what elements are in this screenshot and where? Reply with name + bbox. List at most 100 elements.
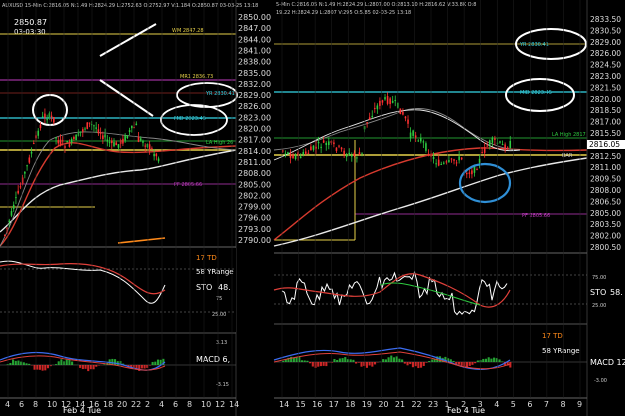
candle xyxy=(84,128,86,130)
candle xyxy=(15,197,17,199)
candle xyxy=(391,100,394,103)
macd-bar xyxy=(452,360,455,362)
candle xyxy=(46,119,48,121)
candle xyxy=(124,135,126,141)
price-axis-label: 2820.00 xyxy=(238,125,271,134)
candle xyxy=(381,100,384,103)
x-tick-label: 23 xyxy=(428,400,438,409)
candle xyxy=(356,157,358,159)
price-axis-label: 2799.00 xyxy=(238,203,271,212)
candle xyxy=(39,124,42,128)
candle xyxy=(88,122,91,124)
macd-bar xyxy=(322,362,325,366)
macd-bar xyxy=(484,358,488,362)
candle xyxy=(443,162,445,164)
candle xyxy=(32,142,35,144)
right-la-label: LA High 2817 xyxy=(552,132,586,138)
macd-bar xyxy=(309,362,312,364)
candle xyxy=(455,162,458,164)
candle xyxy=(317,141,320,144)
macd-bar xyxy=(317,362,320,367)
left-chart[interactable]: AUXUSD 15-Min C:2816.05 N:1.49 H:2824.29… xyxy=(0,0,258,247)
price-axis-label: 2802.00 xyxy=(238,191,271,200)
candle xyxy=(64,146,66,148)
candle xyxy=(420,138,422,142)
candle xyxy=(448,160,450,162)
candle xyxy=(155,153,158,157)
candle xyxy=(148,144,151,150)
candle xyxy=(445,161,448,163)
right-chart[interactable]: 5-Min C:2816.05 N:1.49 H:2824.29 L:2807.… xyxy=(273,0,588,252)
candle xyxy=(325,142,328,146)
price-axis-label: 2841.00 xyxy=(238,46,271,55)
macd-bar xyxy=(425,362,428,363)
candle xyxy=(312,145,315,150)
candle xyxy=(353,152,356,156)
candle xyxy=(8,220,11,223)
price-axis-label: 2808.00 xyxy=(238,169,271,178)
candle xyxy=(137,137,140,142)
macd-bar xyxy=(68,359,71,365)
macd-bar xyxy=(355,362,358,364)
left-stoch-panel[interactable]: 17 TD 58 YRange STO 48. 75 25.00 xyxy=(0,248,236,332)
candle xyxy=(117,144,120,148)
price-axis-label: 2823.00 xyxy=(238,113,271,122)
macd-bar xyxy=(151,361,154,365)
x-tick-label: 6 xyxy=(173,400,178,409)
macd-bar xyxy=(390,355,393,362)
macd-bar xyxy=(374,362,377,365)
candle xyxy=(90,124,93,126)
macd-bar xyxy=(409,362,412,365)
left-last-price: 2850.87 xyxy=(14,18,47,27)
macd-bar xyxy=(79,365,82,368)
macd-bar xyxy=(357,362,360,363)
right-axis-label: 2817.00 xyxy=(590,118,621,127)
candle xyxy=(486,145,489,147)
macd-bar xyxy=(460,362,463,366)
candle xyxy=(104,134,106,138)
candle xyxy=(343,150,345,155)
candle xyxy=(328,141,330,146)
left-stoch-25: 25.00 xyxy=(212,312,226,318)
macd-bar xyxy=(60,359,63,365)
macd-bar xyxy=(476,360,479,362)
macd-bar xyxy=(306,360,309,362)
candle xyxy=(494,138,496,140)
candle xyxy=(483,147,486,153)
candle xyxy=(310,146,312,151)
candle xyxy=(142,140,144,143)
macd-bar xyxy=(95,365,98,367)
x-tick-label: 17 xyxy=(329,400,339,409)
left-header: AUXUSD 15-Min C:2816.05 N:1.49 H:2824.29… xyxy=(2,3,258,9)
macd-bar xyxy=(14,360,17,365)
candle xyxy=(371,115,374,118)
candle xyxy=(460,157,463,160)
candle xyxy=(19,186,22,188)
candle xyxy=(26,165,28,167)
candle xyxy=(379,100,381,106)
candle xyxy=(307,152,310,154)
x-tick-label: 8 xyxy=(560,400,565,409)
candle xyxy=(153,153,155,157)
right-axis-label: 2824.50 xyxy=(590,61,621,70)
x-tick-label: 9 xyxy=(577,400,582,409)
left-wm-label: WM 2847.28 xyxy=(172,28,204,34)
candle xyxy=(322,140,325,143)
candle xyxy=(412,130,414,136)
right-stoch-panel[interactable]: 75.00 STO 58. 25.00 xyxy=(273,270,623,316)
macd-bar xyxy=(9,362,12,365)
candle xyxy=(294,154,297,160)
macd-bar xyxy=(338,358,341,362)
candle xyxy=(12,204,15,209)
macd-bar xyxy=(25,363,28,365)
price-axis-label: 2817.00 xyxy=(238,136,271,145)
macd-bar xyxy=(368,362,371,366)
candle xyxy=(139,138,142,141)
right-axis-label: 2808.00 xyxy=(590,186,621,195)
right-macd-bottom: -3.00 xyxy=(594,378,607,384)
candle xyxy=(368,117,371,120)
macd-bar xyxy=(382,359,385,362)
macd-bar xyxy=(303,360,306,362)
macd-bar xyxy=(38,365,41,370)
price-axis-label: 2826.00 xyxy=(238,102,271,111)
